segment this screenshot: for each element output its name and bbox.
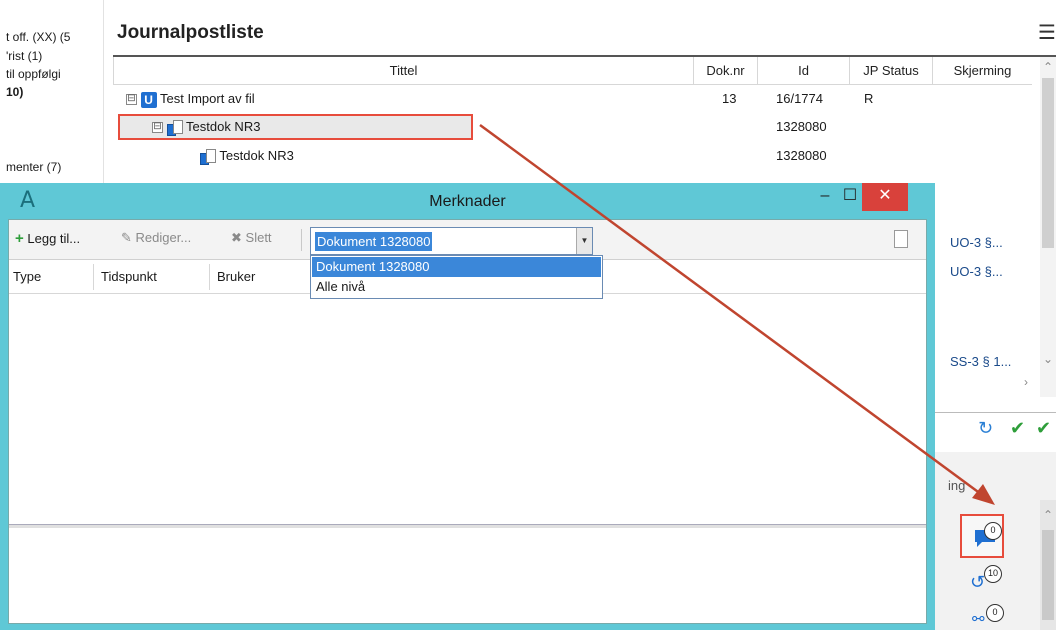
skjerming-value: SS-3 § 1...	[950, 354, 1012, 369]
dialog-titlebar[interactable]: A Merknader – ☐ ✕	[0, 183, 935, 219]
delete-icon: ✖	[231, 230, 242, 245]
pencil-icon: ✎	[121, 230, 132, 245]
hamburger-icon[interactable]: ☰	[1038, 20, 1056, 45]
column-header-skjerming[interactable]: Skjerming	[932, 57, 1032, 85]
row-id: 1328080	[776, 119, 827, 134]
nav-item[interactable]: til oppfølgi	[6, 67, 102, 81]
link-button[interactable]: ⚯ 0	[968, 600, 1010, 634]
plus-icon: +	[15, 230, 24, 247]
row-title: Testdok NR3	[186, 119, 261, 134]
history-button[interactable]: ↺ 10	[968, 564, 1010, 598]
comments-button[interactable]: 0	[960, 514, 1004, 558]
nav-item[interactable]: 10)	[6, 85, 102, 99]
table-row[interactable]: Testdok NR3	[200, 142, 294, 170]
column-header-type[interactable]: Type	[13, 269, 41, 284]
toolbar-separator	[301, 229, 302, 251]
column-divider[interactable]	[93, 264, 94, 290]
close-button[interactable]: ✕	[862, 183, 908, 211]
minimize-button[interactable]: –	[813, 183, 837, 211]
count-badge: 0	[986, 604, 1004, 622]
add-label: Legg til...	[27, 231, 81, 246]
dropdown-option[interactable]: Dokument 1328080	[312, 257, 601, 277]
scroll-down-icon[interactable]: ⌄	[1043, 352, 1053, 366]
maximize-button[interactable]: ☐	[838, 183, 862, 211]
u-icon: U	[140, 91, 157, 108]
divider	[930, 412, 1056, 413]
merknader-dialog: A Merknader – ☐ ✕ + Legg til... ✎ Redige…	[0, 183, 935, 630]
journal-scrollbar-thumb[interactable]	[1042, 78, 1054, 248]
collapse-icon[interactable]: ⊟	[152, 122, 163, 134]
side-scrollbar-thumb[interactable]	[1042, 530, 1054, 620]
row-title: Test Import av fil	[160, 91, 255, 106]
row-id: 1328080	[776, 148, 827, 163]
nav-item[interactable]: t off. (XX) (5	[6, 30, 102, 44]
skjerming-value: UO-3 §...	[950, 235, 1003, 250]
note-detail-area[interactable]	[9, 528, 926, 623]
row-title: Testdok NR3	[219, 148, 294, 163]
notes-panel-icon[interactable]	[894, 230, 908, 248]
scroll-right-icon[interactable]: ›	[1024, 375, 1028, 389]
count-badge: 10	[984, 565, 1002, 583]
column-header-bruker[interactable]: Bruker	[217, 269, 255, 284]
document-icon	[166, 119, 183, 136]
refresh-icon[interactable]: ↻	[978, 418, 993, 439]
row-id: 16/1774	[776, 91, 823, 106]
dialog-title: Merknader	[429, 193, 506, 210]
row-doknr: 13	[722, 91, 737, 106]
column-header-tittel[interactable]: Tittel	[113, 57, 693, 85]
column-divider[interactable]	[209, 264, 210, 290]
history-icon: ↺	[970, 572, 986, 592]
scroll-up-icon[interactable]: ⌃	[1043, 508, 1053, 522]
side-panel-label: ing	[948, 478, 966, 493]
table-row[interactable]: ⊟ U Test Import av fil	[126, 85, 255, 113]
dropdown-option[interactable]: Alle nivå	[312, 277, 601, 297]
journal-title: Journalpostliste	[117, 22, 264, 43]
skjerming-value: UO-3 §...	[950, 264, 1003, 279]
row-status: R	[864, 91, 874, 106]
delete-label: Slett	[245, 230, 272, 245]
check-icon[interactable]: ✔	[1010, 418, 1025, 439]
chevron-down-icon[interactable]: ▼	[576, 228, 592, 254]
dialog-body: + Legg til... ✎ Rediger... ✖ Slett Dokum…	[8, 219, 927, 624]
column-header-id[interactable]: Id	[757, 57, 849, 85]
edit-label: Rediger...	[135, 230, 192, 245]
column-header-tidspunkt[interactable]: Tidspunkt	[101, 269, 157, 284]
edit-button[interactable]: ✎ Rediger...	[121, 230, 191, 246]
level-select-value: Dokument 1328080	[315, 232, 433, 251]
nav-item[interactable]: 'rist (1)	[6, 49, 102, 63]
level-select-dropdown: Dokument 1328080 Alle nivå	[310, 255, 603, 299]
dialog-toolbar: + Legg til... ✎ Rediger... ✖ Slett Dokum…	[9, 220, 926, 260]
column-header-jp-status[interactable]: JP Status	[849, 57, 932, 85]
link-icon: ⚯	[972, 611, 985, 628]
add-button[interactable]: + Legg til...	[15, 230, 80, 247]
document-icon	[200, 148, 216, 165]
nav-item[interactable]: menter (7)	[6, 160, 102, 174]
collapse-icon[interactable]: ⊟	[126, 94, 137, 106]
column-header-doknr[interactable]: Dok.nr	[693, 57, 757, 85]
scroll-up-icon[interactable]: ⌃	[1043, 60, 1053, 74]
count-badge: 0	[984, 522, 1002, 540]
notes-grid[interactable]	[9, 295, 926, 523]
table-row[interactable]: ⊟ Testdok NR3	[152, 113, 260, 141]
level-select[interactable]: Dokument 1328080 ▼	[310, 227, 593, 255]
check-all-icon[interactable]: ✔	[1036, 418, 1051, 439]
delete-button[interactable]: ✖ Slett	[231, 230, 272, 246]
